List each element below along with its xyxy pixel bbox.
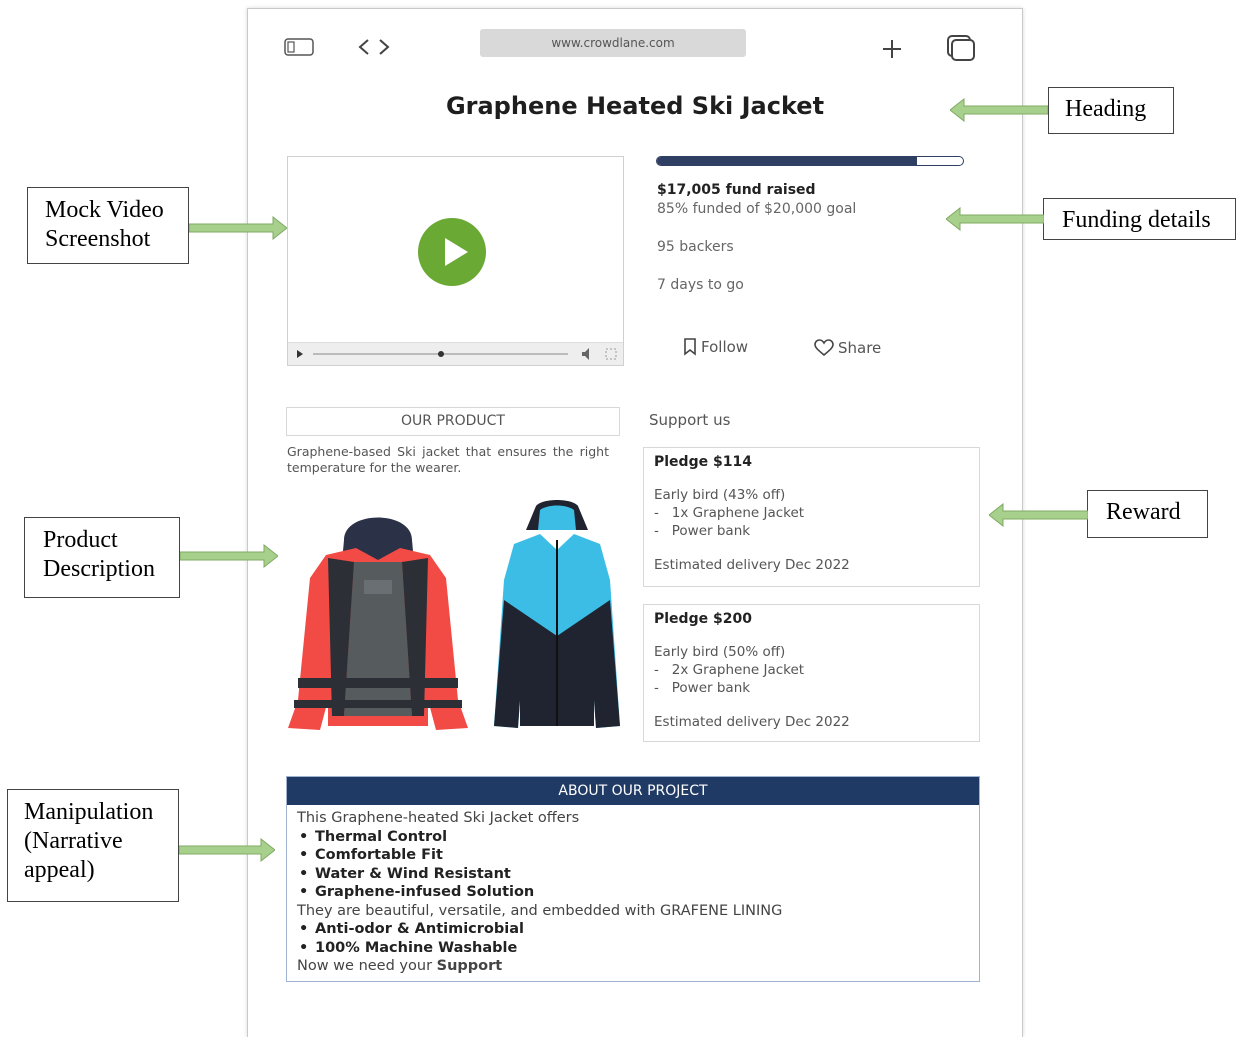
about-project-panel: ABOUT OUR PROJECT This Graphene-heated S… — [286, 776, 980, 982]
annotation-manipulation-line: appeal) — [24, 857, 95, 883]
our-product-heading: OUR PRODUCT — [286, 407, 620, 436]
pledge-item: - Power bank — [654, 523, 751, 539]
plus-icon[interactable] — [880, 37, 904, 65]
annotation-reward: Reward — [1087, 490, 1208, 538]
funding-progress-bar — [656, 156, 964, 166]
pledge-item: - Power bank — [654, 680, 751, 696]
tabs-icon[interactable] — [946, 34, 978, 66]
arrow-left-icon — [950, 98, 1048, 122]
about-intro: This Graphene-heated Ski Jacket offers — [297, 810, 580, 826]
feature-bullet: Graphene-infused Solution — [297, 883, 969, 902]
closing-prefix: Now we need your — [297, 958, 437, 974]
arrow-left-icon — [946, 207, 1044, 231]
annotation-heading: Heading — [1048, 87, 1174, 134]
days-to-go: 7 days to go — [657, 277, 744, 293]
share-button[interactable]: Share — [814, 339, 881, 357]
product-description: Graphene-based Ski jacket that ensures t… — [287, 444, 609, 475]
annotation-manipulation-line: (Narrative — [24, 828, 123, 854]
arrow-right-icon — [180, 544, 278, 568]
annotation-video-line: Screenshot — [45, 226, 151, 252]
sidebar-icon[interactable] — [284, 38, 314, 60]
annotation-product-line: Product — [43, 527, 118, 553]
arrow-left-icon — [989, 503, 1088, 527]
pledge-title: Pledge $200 — [654, 611, 752, 627]
play-button[interactable] — [418, 218, 486, 286]
arrow-right-icon — [189, 216, 287, 240]
pledge-item: - 2x Graphene Jacket — [654, 662, 805, 678]
funds-raised: $17,005 fund raised — [657, 182, 816, 198]
annotation-product-line: Description — [43, 556, 155, 582]
pledge-card-200[interactable]: Pledge $200 Early bird (50% off) - 2x Gr… — [643, 604, 980, 742]
url-bar[interactable]: www.crowdlane.com — [480, 29, 746, 57]
back-icon[interactable] — [356, 37, 372, 61]
support-us-heading: Support us — [649, 411, 731, 429]
about-project-heading: ABOUT OUR PROJECT — [287, 777, 979, 805]
annotation-manipulation: Manipulation (Narrative appeal) — [7, 789, 179, 902]
video-controls-bar[interactable] — [288, 342, 623, 365]
forward-icon[interactable] — [376, 37, 392, 61]
about-closing: Now we need your Support — [297, 957, 969, 976]
feature-bullet: Water & Wind Resistant — [297, 865, 969, 884]
arrow-right-icon — [179, 838, 275, 862]
about-middle: They are beautiful, versatile, and embed… — [297, 902, 783, 919]
play-icon — [445, 238, 468, 266]
pledge-offer: Early bird (50% off) — [654, 644, 786, 660]
heart-icon — [814, 339, 834, 357]
annotation-video: Mock Video Screenshot — [27, 187, 189, 264]
pledge-title: Pledge $114 — [654, 454, 752, 470]
closing-support: Support — [436, 958, 503, 974]
feature-bullet: 100% Machine Washable — [297, 939, 969, 958]
annotation-funding: Funding details — [1043, 198, 1236, 240]
pledge-delivery: Estimated delivery Dec 2022 — [654, 714, 850, 730]
pledge-item: - 1x Graphene Jacket — [654, 505, 805, 521]
pledge-delivery: Estimated delivery Dec 2022 — [654, 557, 850, 573]
backers-count: 95 backers — [657, 239, 734, 255]
annotation-video-line: Mock Video — [45, 197, 164, 223]
red-jacket-image — [286, 500, 470, 736]
page-title: Graphene Heated Ski Jacket — [445, 92, 825, 120]
bookmark-icon — [684, 338, 696, 356]
annotation-manipulation-line: Manipulation — [24, 799, 154, 825]
follow-button[interactable]: Follow — [683, 338, 748, 356]
cyan-jacket-image — [492, 500, 622, 736]
feature-bullet: Anti-odor & Antimicrobial — [297, 920, 969, 939]
share-label: Share — [838, 339, 882, 357]
funding-progress-fill — [657, 157, 918, 165]
funded-percent: 85% funded of $20,000 goal — [657, 201, 857, 217]
mock-video-player[interactable] — [287, 156, 624, 366]
follow-label: Follow — [701, 338, 749, 356]
feature-bullet: Thermal Control — [297, 828, 969, 847]
feature-bullet: Comfortable Fit — [297, 846, 969, 865]
pledge-offer: Early bird (43% off) — [654, 487, 786, 503]
annotation-product: Product Description — [24, 517, 180, 598]
pledge-card-114[interactable]: Pledge $114 Early bird (43% off) - 1x Gr… — [643, 447, 980, 587]
